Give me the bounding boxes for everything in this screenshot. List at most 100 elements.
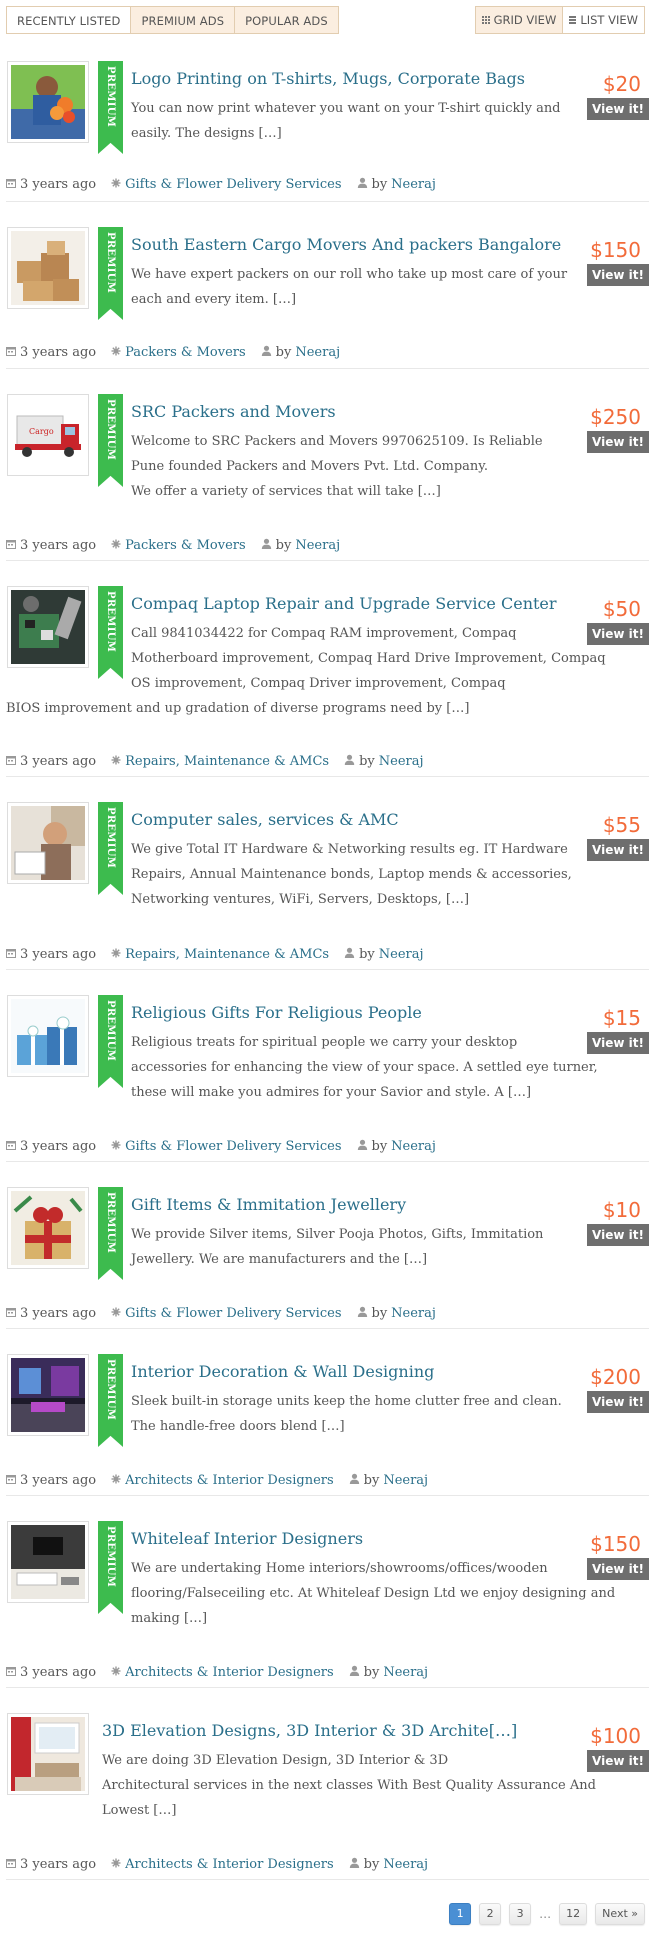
view-it-button[interactable]: View it! (587, 1391, 649, 1413)
author-link[interactable]: Neeraj (383, 1473, 428, 1488)
listing-thumbnail[interactable]: Cargo (7, 394, 89, 476)
view-it-button[interactable]: View it! (587, 431, 649, 453)
page-3-button[interactable]: 3 (509, 1903, 532, 1925)
calendar-icon (6, 345, 20, 360)
posted-time-text: 3 years ago (20, 947, 97, 962)
view-it-button[interactable]: View it! (587, 839, 649, 861)
listing-thumbnail[interactable] (7, 995, 89, 1077)
description-line: We are doing 3D Elevation Design, 3D Int… (102, 1753, 449, 1768)
listing-title-link[interactable]: SRC Packers and Movers (131, 402, 336, 422)
category-icon (111, 177, 125, 192)
author-link[interactable]: Neeraj (383, 1665, 428, 1680)
listing-thumbnail[interactable] (7, 802, 89, 884)
premium-ribbon: PREMIUM (98, 227, 123, 320)
category-icon (111, 1306, 125, 1321)
listing-meta: 3 years ago Architects & Interior Designe… (6, 1473, 443, 1488)
view-it-button[interactable]: View it! (587, 264, 649, 286)
posted-time-text: 3 years ago (20, 1665, 97, 1680)
listing-author: by Neeraj (261, 345, 340, 360)
listing-item: PREMIUM Logo Printing on T-shirts, Mugs, … (6, 36, 649, 202)
description-line: We provide Silver items, Silver Pooja Ph… (131, 1227, 544, 1242)
calendar-icon (6, 1473, 20, 1488)
listing-title-link[interactable]: Interior Decoration & Wall Designing (131, 1362, 434, 1382)
description-line: accessories for enhancing the view of yo… (131, 1060, 598, 1075)
posted-time: 3 years ago (6, 1665, 96, 1680)
tab-popular-ads[interactable]: POPULAR ADS (235, 6, 339, 34)
category-link[interactable]: Gifts & Flower Delivery Services (125, 177, 341, 192)
view-it-button[interactable]: View it! (587, 623, 649, 645)
author-link[interactable]: Neeraj (391, 1306, 436, 1321)
posted-time-text: 3 years ago (20, 1306, 97, 1321)
listing-item: PREMIUM South Eastern Cargo Movers And pa… (6, 202, 649, 369)
listing-category: Architects & Interior Designers (111, 1857, 334, 1872)
author-link[interactable]: Neeraj (295, 538, 340, 553)
listing-thumbnail[interactable] (7, 1187, 89, 1269)
user-icon (344, 947, 359, 962)
view-it-button[interactable]: View it! (587, 1224, 649, 1246)
category-link[interactable]: Architects & Interior Designers (125, 1857, 334, 1872)
category-link[interactable]: Architects & Interior Designers (125, 1473, 334, 1488)
author-link[interactable]: Neeraj (391, 1139, 436, 1154)
listing-title-link[interactable]: Compaq Laptop Repair and Upgrade Service… (131, 594, 557, 614)
listing-title-link[interactable]: 3D Elevation Designs, 3D Interior & 3D A… (102, 1721, 517, 1741)
truck-photo: Cargo (11, 398, 85, 472)
listing-price: $250 (590, 405, 641, 429)
category-link[interactable]: Repairs, Maintenance & AMCs (125, 754, 329, 769)
premium-ribbon: PREMIUM (98, 995, 123, 1088)
view-it-button[interactable]: View it! (587, 1032, 649, 1054)
listing-title-link[interactable]: Logo Printing on T-shirts, Mugs, Corpora… (131, 69, 525, 89)
view-it-button[interactable]: View it! (587, 1750, 649, 1772)
author-link[interactable]: Neeraj (379, 754, 424, 769)
tab-recently-listed[interactable]: RECENTLY LISTED (6, 6, 132, 34)
category-link[interactable]: Gifts & Flower Delivery Services (125, 1306, 341, 1321)
listing-item: PREMIUM Computer sales, services & AMC We … (6, 777, 649, 970)
category-link[interactable]: Gifts & Flower Delivery Services (125, 1139, 341, 1154)
author-link[interactable]: Neeraj (383, 1857, 428, 1872)
view-it-button[interactable]: View it! (587, 1558, 649, 1580)
listing-title-link[interactable]: Whiteleaf Interior Designers (131, 1529, 363, 1549)
category-link[interactable]: Packers & Movers (125, 345, 246, 360)
author-link[interactable]: Neeraj (295, 345, 340, 360)
author-link[interactable]: Neeraj (391, 177, 436, 192)
author-prefix: by (363, 1665, 380, 1680)
listing-thumbnail[interactable] (7, 1354, 89, 1436)
user-icon (261, 345, 276, 360)
author-link[interactable]: Neeraj (379, 947, 424, 962)
category-link[interactable]: Packers & Movers (125, 538, 246, 553)
listing-description: Sleek built-in storage units keep the ho… (131, 1389, 581, 1439)
listing-title-link[interactable]: South Eastern Cargo Movers And packers B… (131, 235, 561, 255)
description-line: Motherboard improvement, Compaq Hard Dri… (131, 651, 606, 666)
list-view-button[interactable]: LIST VIEW (563, 6, 645, 34)
listing-author: by Neeraj (261, 538, 340, 553)
posted-time: 3 years ago (6, 1306, 96, 1321)
listing-meta: 3 years ago Gifts & Flower Delivery Servi… (6, 1139, 451, 1154)
listing-description: We are doing 3D Elevation Design, 3D Int… (102, 1748, 596, 1823)
listing-description: We have expert packers on our roll who t… (131, 262, 581, 312)
listing-category: Architects & Interior Designers (111, 1665, 334, 1680)
posted-time: 3 years ago (6, 1857, 96, 1872)
category-icon (111, 1473, 125, 1488)
description-line: easily. The designs […] (131, 126, 282, 141)
category-link[interactable]: Repairs, Maintenance & AMCs (125, 947, 329, 962)
grid-view-button[interactable]: GRID VIEW (474, 6, 564, 34)
page-1-button[interactable]: 1 (449, 1903, 472, 1925)
page-12-button[interactable]: 12 (559, 1903, 588, 1925)
author-prefix: by (371, 177, 388, 192)
listing-thumbnail[interactable] (7, 227, 89, 309)
next-page-button[interactable]: Next » (595, 1903, 645, 1925)
listing-meta: 3 years ago Repairs, Maintenance & AMCs by… (6, 947, 439, 962)
listing-thumbnail[interactable] (7, 61, 89, 143)
listing-title-link[interactable]: Religious Gifts For Religious People (131, 1003, 422, 1023)
listing-thumbnail[interactable] (7, 1713, 89, 1795)
view-it-button[interactable]: View it! (587, 98, 649, 120)
listing-title-link[interactable]: Gift Items & Immitation Jewellery (131, 1195, 406, 1215)
category-link[interactable]: Architects & Interior Designers (125, 1665, 334, 1680)
listing-thumbnail[interactable] (7, 586, 89, 668)
description-line: each and every item. […] (131, 292, 297, 307)
calendar-icon (6, 538, 20, 553)
posted-time: 3 years ago (6, 1473, 96, 1488)
listing-thumbnail[interactable] (7, 1521, 89, 1603)
listing-title-link[interactable]: Computer sales, services & AMC (131, 810, 399, 830)
page-2-button[interactable]: 2 (479, 1903, 502, 1925)
tab-premium-ads[interactable]: PREMIUM ADS (131, 6, 236, 34)
